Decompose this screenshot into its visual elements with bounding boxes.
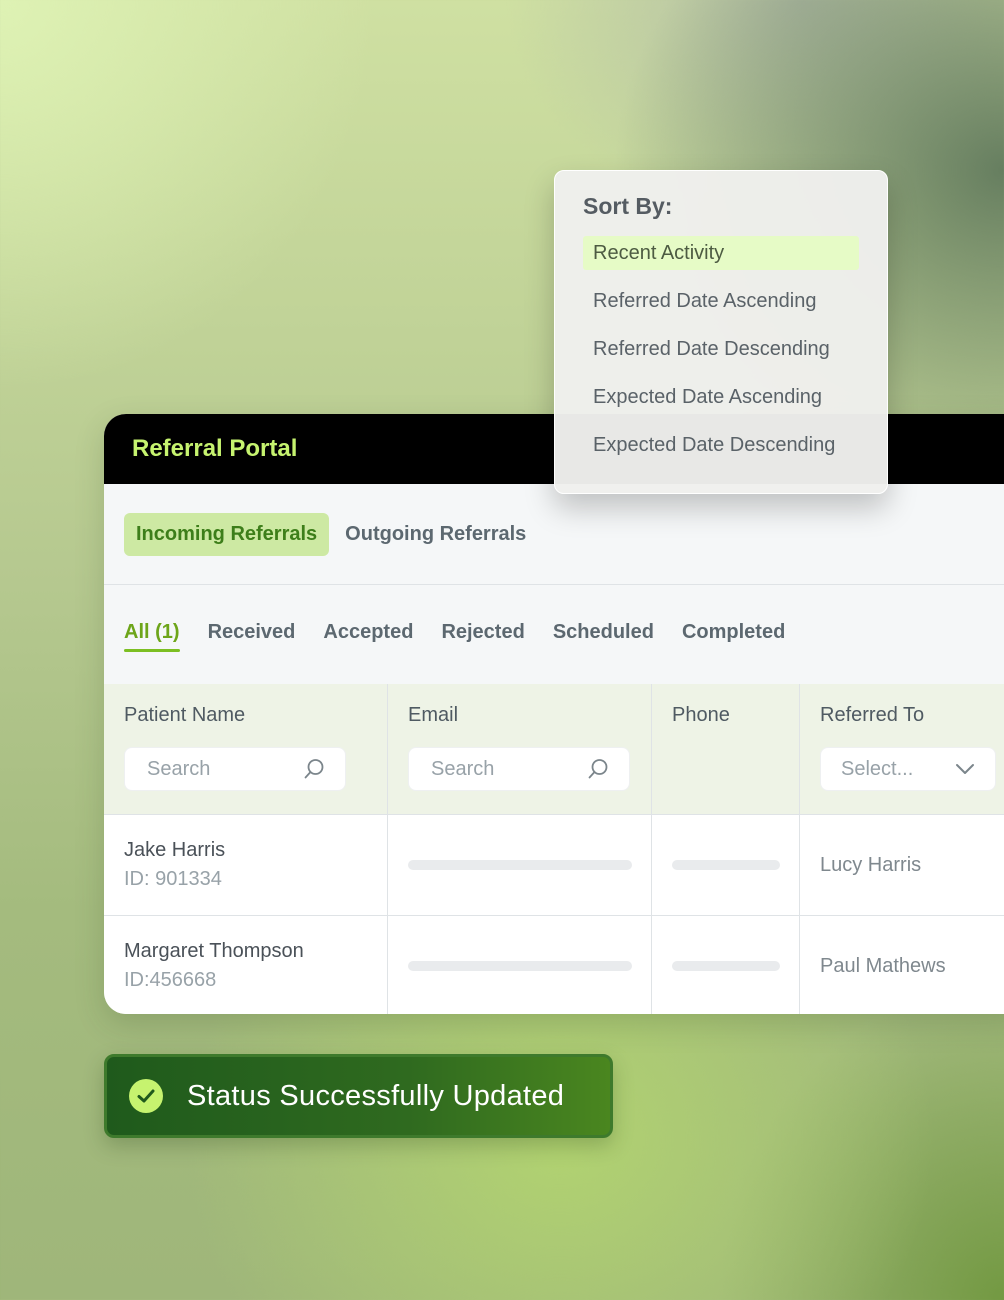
table-row[interactable]: Jake Harris ID: 901334 Lucy Harris (104, 815, 1004, 916)
sort-by-title: Sort By: (583, 193, 673, 219)
patient-cell: Margaret Thompson ID:456668 (104, 916, 388, 1014)
status-tab-rejected[interactable]: Rejected (441, 621, 524, 650)
patient-name: Jake Harris (124, 839, 226, 861)
phone-cell (652, 916, 800, 1014)
email-cell (388, 815, 652, 915)
email-loading-placeholder (408, 961, 632, 971)
tab-outgoing-referrals[interactable]: Outgoing Referrals (333, 513, 538, 556)
status-tab-completed[interactable]: Completed (682, 621, 785, 650)
patient-cell: Jake Harris ID: 901334 (104, 815, 388, 915)
status-tab-all[interactable]: All (1) (124, 621, 180, 652)
column-patient-name: Patient Name (104, 684, 388, 814)
phone-cell (652, 815, 800, 915)
search-icon[interactable] (303, 758, 325, 780)
email-search-input[interactable] (429, 756, 573, 782)
column-referred-to: Referred To Select... (800, 684, 1004, 814)
portal-title: Referral Portal (132, 435, 298, 462)
check-circle-icon (129, 1079, 163, 1113)
column-label-email: Email (408, 704, 459, 726)
referred-to-select-value: Select... (841, 757, 914, 780)
status-filter-tabs: All (1) Received Accepted Rejected Sched… (104, 585, 1004, 686)
phone-loading-placeholder (672, 860, 780, 870)
table-header: Patient Name Email (104, 684, 1004, 815)
patient-id: ID:456668 (124, 969, 217, 991)
status-tab-received[interactable]: Received (208, 621, 296, 650)
table-row[interactable]: Margaret Thompson ID:456668 Paul Mathews (104, 916, 1004, 1014)
sort-option-expected-date-descending[interactable]: Expected Date Descending (583, 428, 859, 462)
sort-option-recent-activity[interactable]: Recent Activity (583, 236, 859, 270)
patient-name-search-input[interactable] (145, 756, 289, 782)
referred-to-select[interactable]: Select... (820, 747, 996, 791)
column-label-patient-name: Patient Name (124, 704, 246, 726)
sort-option-referred-date-descending[interactable]: Referred Date Descending (583, 332, 859, 366)
status-tab-scheduled[interactable]: Scheduled (553, 621, 654, 650)
status-tab-accepted[interactable]: Accepted (323, 621, 413, 650)
referral-type-tabs: Incoming Referrals Outgoing Referrals (104, 484, 1004, 585)
patient-name: Margaret Thompson (124, 940, 304, 962)
column-label-phone: Phone (672, 704, 730, 726)
referred-to-cell: Lucy Harris (800, 815, 1004, 915)
referred-to-name: Lucy Harris (820, 853, 922, 876)
patient-id: ID: 901334 (124, 868, 222, 890)
tab-incoming-referrals[interactable]: Incoming Referrals (124, 512, 330, 556)
email-loading-placeholder (408, 860, 632, 870)
email-search (408, 747, 630, 791)
phone-loading-placeholder (672, 961, 780, 971)
chevron-down-icon (956, 764, 974, 774)
referred-to-cell: Paul Mathews (800, 916, 1004, 1014)
column-email: Email (388, 684, 652, 814)
sort-by-dropdown: Sort By: Recent Activity Referred Date A… (554, 170, 888, 494)
success-toast: Status Successfully Updated (104, 1054, 613, 1138)
sort-option-expected-date-ascending[interactable]: Expected Date Ascending (583, 380, 859, 414)
column-label-referred-to: Referred To (820, 704, 925, 726)
referrals-table: Patient Name Email (104, 684, 1004, 1014)
referred-to-name: Paul Mathews (820, 954, 946, 977)
email-cell (388, 916, 652, 1014)
referral-portal-card: Referral Portal Incoming Referrals Outgo… (104, 414, 1004, 1014)
column-phone: Phone (652, 684, 800, 814)
patient-name-search (124, 747, 346, 791)
toast-message: Status Successfully Updated (187, 1079, 565, 1112)
search-icon[interactable] (587, 758, 609, 780)
sort-option-referred-date-ascending[interactable]: Referred Date Ascending (583, 284, 859, 318)
